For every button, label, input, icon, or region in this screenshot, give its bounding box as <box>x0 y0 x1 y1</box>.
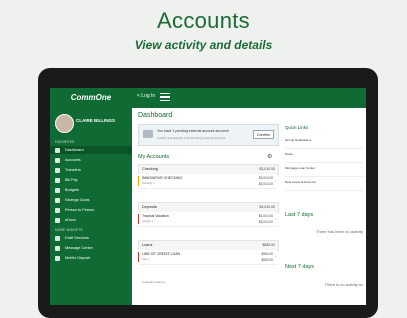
transfer-icon <box>55 167 60 173</box>
next-7-days-heading: Next 7 days <box>285 264 315 270</box>
chevron-right-icon: › <box>275 254 277 259</box>
gear-icon[interactable]: ⚙ <box>267 153 272 160</box>
page-title: Dashboard <box>138 112 173 119</box>
favorites-heading: FAVORITES <box>55 140 75 144</box>
dashboard-content: Dashboard You have 1 pending external ac… <box>132 108 366 305</box>
account-color-bar <box>138 214 140 224</box>
pending-account-notice: You have 1 pending external account acco… <box>138 124 279 146</box>
account-row[interactable]: INNOVATIVE CHECKING checking 1 $3,010.00… <box>138 174 277 189</box>
account-color-bar <box>138 176 140 186</box>
sidebar-item-accounts[interactable]: Accounts <box>50 156 132 164</box>
account-row[interactable]: LINE OF CREDIT LOAN loan 1 $550.00 $550.… <box>138 250 277 265</box>
user-name: CLAIRE BILLINGS <box>76 118 115 123</box>
log-in-button[interactable]: < Log In <box>137 93 155 99</box>
sidebar-item-budgets[interactable]: Budgets <box>50 186 132 194</box>
top-bar: < Log In <box>132 88 366 108</box>
next-7-days-empty: There is no activity sc <box>324 282 363 287</box>
sidebar-item-savings-goals[interactable]: Savings Goals <box>50 196 132 204</box>
edocs-icon <box>55 217 60 223</box>
avatar[interactable] <box>55 114 74 133</box>
more-widgets-heading: MORE WIDGETS <box>55 228 83 232</box>
account-row[interactable]: Tropical Vacation savings 1 $3,010.00 $3… <box>138 212 277 227</box>
last-7-days-heading: Last 7 days <box>285 212 314 218</box>
sidebar-item-transfers[interactable]: Transfers <box>50 166 132 174</box>
sidebar-item-message-center[interactable]: Message Center <box>50 244 132 252</box>
sidebar-item-dashboard[interactable]: Dashboard <box>50 146 132 154</box>
sidebar-item-draft-services[interactable]: Draft Services <box>50 234 132 242</box>
mobile-deposit-icon <box>55 255 60 261</box>
chevron-right-icon: › <box>275 178 277 183</box>
budgets-icon <box>55 187 60 193</box>
my-accounts-heading: My Accounts <box>138 154 170 160</box>
sidebar-item-person-to-person[interactable]: Person to Person <box>50 206 132 214</box>
app-screen: CommOne CLAIRE BILLINGS FAVORITES Dashbo… <box>50 88 366 305</box>
accounts-icon <box>55 157 60 163</box>
sidebar-item-bill-pay[interactable]: Bill Pay <box>50 176 132 184</box>
quick-link-item[interactable]: Mortgage Loan Center <box>285 166 363 177</box>
sidebar-item-edocs[interactable]: eDocs <box>50 216 132 224</box>
chevron-right-icon: › <box>275 216 277 221</box>
hero-banner: Accounts View activity and details <box>0 0 407 64</box>
bill-pay-icon <box>55 177 60 183</box>
quick-link-item[interactable]: Set Up Notifications <box>285 138 363 149</box>
dashboard-icon <box>55 147 60 153</box>
sidebar: CommOne CLAIRE BILLINGS FAVORITES Dashbo… <box>50 88 132 305</box>
quick-links-heading: Quick Links <box>285 125 309 130</box>
draft-services-icon <box>55 235 60 241</box>
menu-icon[interactable] <box>160 93 170 101</box>
notice-text: You have 1 pending external account acco… <box>157 129 229 133</box>
hero-subtitle: View activity and details <box>134 38 273 52</box>
sidebar-item-mobile-deposit[interactable]: Mobile Deposit <box>50 254 132 262</box>
message-center-icon <box>55 245 60 251</box>
person-to-person-icon <box>55 207 60 213</box>
quick-link-item[interactable]: Notes <box>285 152 363 163</box>
account-color-bar <box>138 252 140 262</box>
savings-goals-icon <box>55 197 60 203</box>
notice-subtext: Confirm trial deposits to finish linking… <box>157 136 226 140</box>
hero-title: Accounts <box>157 8 250 33</box>
balance-footnote: available balance <box>142 280 166 284</box>
last-7-days-empty: There has been no activity <box>316 229 363 234</box>
bank-card-icon <box>143 130 153 138</box>
confirm-button[interactable]: Confirm <box>252 130 274 139</box>
quick-link-item[interactable]: New Loans & Accounts <box>285 180 363 191</box>
brand-logo: CommOne <box>70 93 112 102</box>
